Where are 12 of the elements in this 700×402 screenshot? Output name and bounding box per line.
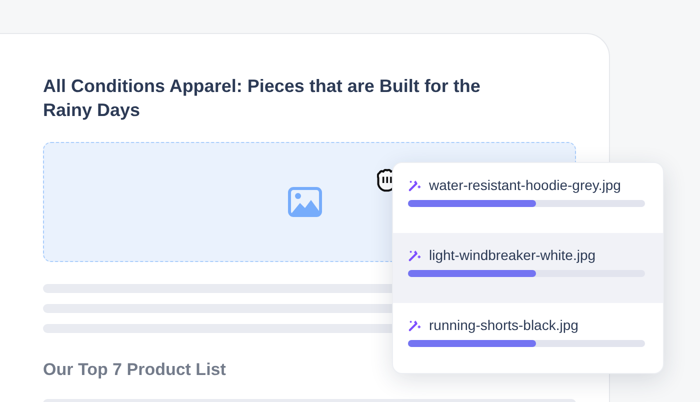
file-name: light-windbreaker-white.jpg [429,247,596,263]
upload-item[interactable]: running-shorts-black.jpg [393,303,663,373]
magic-wand-icon [408,178,421,192]
image-icon [288,187,322,217]
section-heading: Our Top 7 Product List [43,359,227,381]
upload-item[interactable]: light-windbreaker-white.jpg [393,233,663,303]
article-title: All Conditions Apparel: Pieces that are Built for the Rainy Days [43,75,482,122]
file-name: water-resistant-hoodie-grey.jpg [429,177,621,193]
magic-wand-icon [408,318,421,332]
magic-wand-icon [408,248,421,262]
file-name: running-shorts-black.jpg [429,317,578,333]
upload-item[interactable]: water-resistant-hoodie-grey.jpg [393,163,663,233]
